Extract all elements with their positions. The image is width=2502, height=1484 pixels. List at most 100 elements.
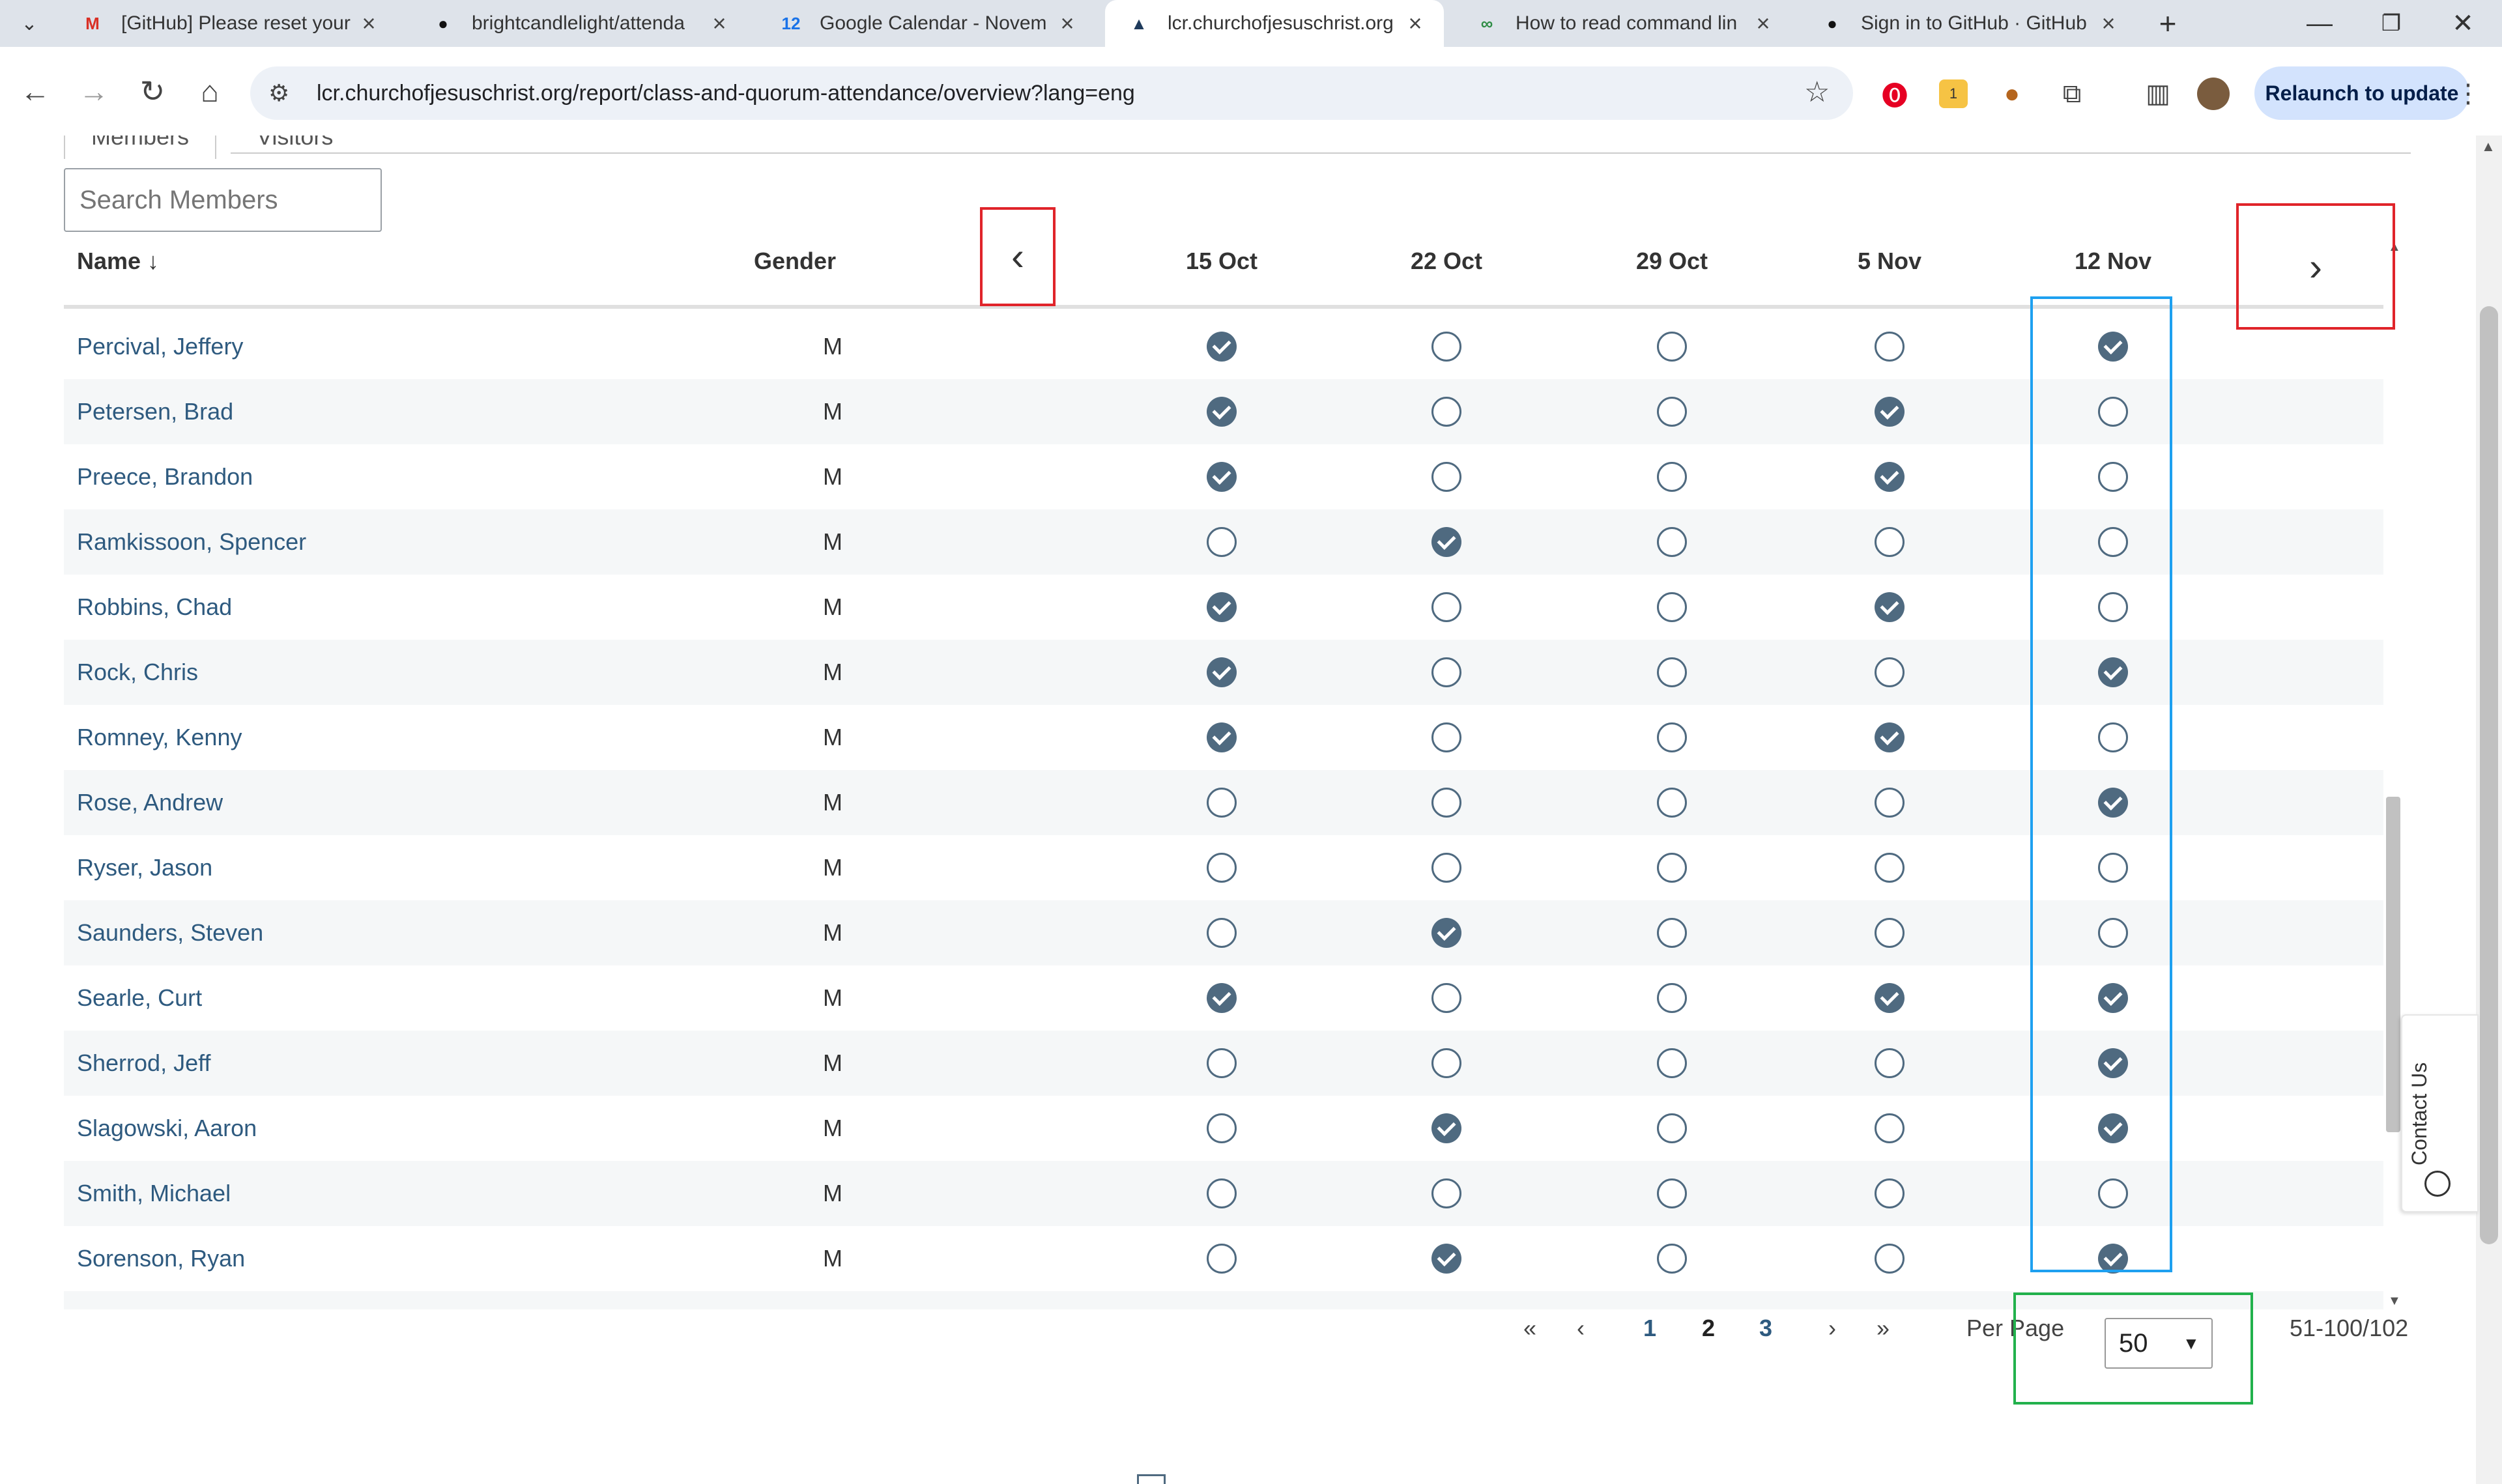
not-attended-circle-icon[interactable] [2098,853,2128,883]
window-close-button[interactable]: ✕ [2430,0,2495,47]
browser-tab[interactable]: ● Sign in to GitHub · GitHub × [1798,0,2137,47]
relaunch-button[interactable]: Relaunch to update [2254,66,2469,120]
member-name-link[interactable]: Preece, Brandon [77,444,253,509]
extension-badge-icon[interactable]: 1 [1939,79,1968,108]
attended-check-icon[interactable] [1875,462,1905,492]
not-attended-circle-icon[interactable] [1657,918,1687,948]
member-name-link[interactable]: Smith, Michael [77,1161,231,1226]
attended-check-icon[interactable] [1207,657,1237,687]
url-text[interactable]: lcr.churchofjesuschrist.org/report/class… [317,66,1135,120]
attended-check-icon[interactable] [1875,592,1905,622]
not-attended-circle-icon[interactable] [1875,657,1905,687]
not-attended-circle-icon[interactable] [1207,1048,1237,1078]
table-scrollbar-thumb[interactable] [2386,797,2400,1132]
not-attended-circle-icon[interactable] [1657,983,1687,1013]
attended-check-icon[interactable] [2098,788,2128,818]
not-attended-circle-icon[interactable] [1875,788,1905,818]
pinterest-icon[interactable]: ⓿ [1877,76,1913,112]
tab-visitors[interactable]: Visitors [231,136,359,159]
not-attended-circle-icon[interactable] [1431,983,1461,1013]
not-attended-circle-icon[interactable] [1875,1113,1905,1143]
attended-check-icon[interactable] [2098,983,2128,1013]
forward-button[interactable]: → [73,70,115,112]
not-attended-circle-icon[interactable] [1657,527,1687,557]
attended-check-icon[interactable] [1875,983,1905,1013]
not-attended-circle-icon[interactable] [1207,527,1237,557]
attended-check-icon[interactable] [1431,527,1461,557]
cookie-icon[interactable]: ● [1994,76,2030,112]
member-name-link[interactable]: Slagowski, Aaron [77,1096,257,1161]
attended-check-icon[interactable] [1207,397,1237,427]
page-scroll-up-icon[interactable]: ▲ [2481,138,2495,155]
not-attended-circle-icon[interactable] [1875,332,1905,362]
name-column-header[interactable]: Name ↓ [77,248,159,275]
table-scroll-down-icon[interactable]: ▼ [2388,1294,2401,1309]
tab-members[interactable]: Members [64,136,217,159]
not-attended-circle-icon[interactable] [2098,918,2128,948]
side-panel-icon[interactable]: ▥ [2140,76,2176,112]
attended-check-icon[interactable] [1207,983,1237,1013]
not-attended-circle-icon[interactable] [1207,1178,1237,1208]
not-attended-circle-icon[interactable] [2098,527,2128,557]
member-name-link[interactable]: Saunders, Steven [77,900,263,965]
next-weeks-arrow-icon[interactable]: › [2236,205,2395,328]
not-attended-circle-icon[interactable] [1875,1244,1905,1274]
tab-close-icon[interactable]: × [1750,10,1776,37]
attended-check-icon[interactable] [1431,1113,1461,1143]
not-attended-circle-icon[interactable] [1875,1178,1905,1208]
member-name-link[interactable]: Rose, Andrew [77,770,223,835]
member-name-link[interactable]: Ryser, Jason [77,835,212,900]
tab-close-icon[interactable]: × [1402,10,1428,37]
attended-check-icon[interactable] [1207,722,1237,752]
not-attended-circle-icon[interactable] [1207,788,1237,818]
not-attended-circle-icon[interactable] [1657,1113,1687,1143]
not-attended-circle-icon[interactable] [1431,462,1461,492]
not-attended-circle-icon[interactable] [2098,462,2128,492]
member-name-link[interactable]: Searle, Curt [77,965,202,1031]
first-page-button[interactable]: « [1523,1315,1536,1342]
browser-tab[interactable]: ∞ How to read command lin × [1453,0,1792,47]
not-attended-circle-icon[interactable] [2098,1178,2128,1208]
member-name-link[interactable]: Romney, Kenny [77,705,242,770]
browser-tab[interactable]: 12 Google Calendar - Novem × [757,0,1096,47]
last-page-button[interactable]: » [1877,1315,1890,1342]
table-scroll-up-icon[interactable]: ▲ [2388,240,2401,255]
attended-check-icon[interactable] [1207,332,1237,362]
tab-close-icon[interactable]: × [2095,10,2121,37]
not-attended-circle-icon[interactable] [1657,1244,1687,1274]
attended-check-icon[interactable] [2098,1244,2128,1274]
attended-check-icon[interactable] [1207,592,1237,622]
contact-us-button[interactable]: Contact Us [2401,1014,2479,1212]
page-1-button[interactable]: 1 [1643,1315,1656,1342]
search-members-input[interactable] [64,168,382,232]
not-attended-circle-icon[interactable] [1657,397,1687,427]
not-attended-circle-icon[interactable] [1657,462,1687,492]
attended-check-icon[interactable] [1431,1244,1461,1274]
attended-check-icon[interactable] [2098,657,2128,687]
attended-check-icon[interactable] [2098,1048,2128,1078]
not-attended-circle-icon[interactable] [1431,592,1461,622]
member-name-link[interactable]: Petersen, Brad [77,379,233,444]
not-attended-circle-icon[interactable] [1657,1048,1687,1078]
previous-weeks-arrow-icon[interactable]: ‹ [980,207,1056,305]
attended-check-icon[interactable] [1207,462,1237,492]
site-info-icon[interactable]: ⚙ [268,79,289,107]
not-attended-circle-icon[interactable] [1431,397,1461,427]
not-attended-circle-icon[interactable] [1431,1178,1461,1208]
not-attended-circle-icon[interactable] [2098,397,2128,427]
not-attended-circle-icon[interactable] [1431,853,1461,883]
browser-tab[interactable]: ▲ lcr.churchofjesuschrist.org × [1105,0,1444,47]
minimize-button[interactable]: — [2287,0,2352,47]
page-3-button[interactable]: 3 [1759,1315,1772,1342]
not-attended-circle-icon[interactable] [1657,592,1687,622]
address-bar[interactable]: ⚙ lcr.churchofjesuschrist.org/report/cla… [250,66,1853,120]
reload-button[interactable]: ↻ [132,70,173,112]
back-button[interactable]: ← [14,70,56,112]
bookmark-star-icon[interactable]: ☆ [1804,76,1830,109]
not-attended-circle-icon[interactable] [1431,332,1461,362]
member-name-link[interactable]: Robbins, Chad [77,575,232,640]
member-name-link[interactable]: Sorenson, Ryan [77,1226,245,1291]
home-button[interactable]: ⌂ [189,70,231,112]
not-attended-circle-icon[interactable] [1657,788,1687,818]
attended-check-icon[interactable] [1875,397,1905,427]
